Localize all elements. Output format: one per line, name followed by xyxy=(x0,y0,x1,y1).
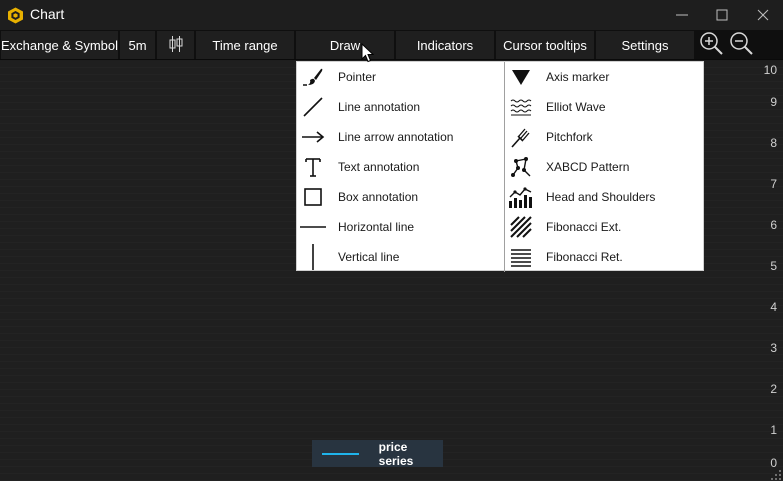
text-icon xyxy=(300,154,326,180)
fibonacci-ext-icon xyxy=(508,214,534,240)
resize-grip-icon[interactable] xyxy=(770,468,782,480)
menu-item-line-annotation[interactable]: Line annotation xyxy=(297,92,504,122)
menu-item-label: Line arrow annotation xyxy=(338,130,454,144)
menu-item-vertical-line[interactable]: Vertical line xyxy=(297,242,504,272)
zoom-out-icon xyxy=(729,31,753,60)
y-axis-tick: 8 xyxy=(770,136,777,150)
menu-item-label: Vertical line xyxy=(338,250,400,264)
menu-item-label: Fibonacci Ret. xyxy=(546,250,623,264)
menu-item-line-arrow-annotation[interactable]: Line arrow annotation xyxy=(297,122,504,152)
axis-marker-icon xyxy=(508,64,534,90)
draw-menu: Pointer Line annotation Line arrow annot… xyxy=(296,61,704,272)
menu-item-label: Box annotation xyxy=(338,190,419,204)
menu-item-elliot-wave[interactable]: Elliot Wave xyxy=(505,92,704,122)
chart-type-button[interactable] xyxy=(157,31,194,59)
menu-item-pointer[interactable]: Pointer xyxy=(297,62,504,92)
minimize-icon xyxy=(676,9,688,21)
menu-item-label: Fibonacci Ext. xyxy=(546,220,622,234)
y-axis-tick: 3 xyxy=(770,341,777,355)
cursor-tooltips-button[interactable]: Cursor tooltips xyxy=(496,31,594,59)
toolbar: Exchange & Symbol 5m Time range Draw Ind… xyxy=(0,30,783,60)
interval-button[interactable]: 5m xyxy=(120,31,155,59)
pointer-brush-icon xyxy=(300,64,326,90)
y-axis-tick: 9 xyxy=(770,95,777,109)
close-button[interactable] xyxy=(743,0,783,30)
horizontal-line-icon xyxy=(300,214,326,240)
menu-item-label: Head and Shoulders xyxy=(546,190,656,204)
legend-series-swatch xyxy=(322,452,359,455)
chart-legend[interactable]: price series xyxy=(312,439,443,468)
menu-item-horizontal-line[interactable]: Horizontal line xyxy=(297,212,504,242)
zoom-out-button[interactable] xyxy=(726,31,756,60)
draw-menu-column-right: Axis marker Elliot Wave Pitchfork XABCD … xyxy=(505,62,704,272)
menu-item-label: XABCD Pattern xyxy=(546,160,630,174)
exchange-symbol-button[interactable]: Exchange & Symbol xyxy=(1,31,118,59)
menu-item-label: Line annotation xyxy=(338,100,421,114)
candlestick-icon xyxy=(169,35,183,55)
y-axis-tick: 5 xyxy=(770,259,777,273)
settings-button[interactable]: Settings xyxy=(596,31,694,59)
head-and-shoulders-icon xyxy=(508,184,534,210)
menu-item-label: Pitchfork xyxy=(546,130,593,144)
zoom-in-button[interactable] xyxy=(696,31,726,60)
time-range-button[interactable]: Time range xyxy=(196,31,294,59)
menu-item-fibonacci-ext[interactable]: Fibonacci Ext. xyxy=(505,212,704,242)
y-axis-tick: 7 xyxy=(770,177,777,191)
legend-series-label: price series xyxy=(378,439,414,468)
maximize-icon xyxy=(716,9,728,21)
fibonacci-ret-icon xyxy=(508,244,534,270)
y-axis-tick: 10 xyxy=(763,63,777,77)
line-icon xyxy=(300,94,326,120)
window-title: Chart xyxy=(30,6,65,22)
indicators-button[interactable]: Indicators xyxy=(396,31,494,59)
vertical-line-icon xyxy=(300,244,326,270)
pitchfork-icon xyxy=(508,124,534,150)
y-axis-tick: 6 xyxy=(770,218,777,232)
menu-item-label: Pointer xyxy=(338,70,377,84)
y-axis-tick: 2 xyxy=(770,382,777,396)
menu-item-head-and-shoulders[interactable]: Head and Shoulders xyxy=(505,182,704,212)
zoom-in-icon xyxy=(699,31,723,60)
menu-item-axis-marker[interactable]: Axis marker xyxy=(505,62,704,92)
maximize-button[interactable] xyxy=(702,0,742,30)
menu-item-box-annotation[interactable]: Box annotation xyxy=(297,182,504,212)
menu-item-text-annotation[interactable]: Text annotation xyxy=(297,152,504,182)
draw-menu-column-left: Pointer Line annotation Line arrow annot… xyxy=(297,62,505,272)
elliot-wave-icon xyxy=(508,94,534,120)
menu-item-label: Text annotation xyxy=(338,160,420,174)
title-bar: Chart xyxy=(0,0,783,30)
menu-item-fibonacci-ret[interactable]: Fibonacci Ret. xyxy=(505,242,704,272)
menu-item-label: Elliot Wave xyxy=(546,100,606,114)
y-axis-tick: 1 xyxy=(770,423,777,437)
y-axis[interactable]: 10 9 8 7 6 5 4 3 2 1 0 xyxy=(763,61,783,481)
close-icon xyxy=(757,9,769,21)
menu-item-pitchfork[interactable]: Pitchfork xyxy=(505,122,704,152)
menu-item-label: Horizontal line xyxy=(338,220,415,234)
minimize-button[interactable] xyxy=(662,0,702,30)
xabcd-pattern-icon xyxy=(508,154,534,180)
mouse-cursor-icon xyxy=(361,42,375,63)
y-axis-tick: 4 xyxy=(770,300,777,314)
menu-item-xabcd-pattern[interactable]: XABCD Pattern xyxy=(505,152,704,182)
menu-item-label: Axis marker xyxy=(546,70,610,84)
draw-button[interactable]: Draw xyxy=(296,31,394,59)
arrow-icon xyxy=(300,124,326,150)
app-logo-icon xyxy=(7,7,24,24)
box-icon xyxy=(300,184,326,210)
